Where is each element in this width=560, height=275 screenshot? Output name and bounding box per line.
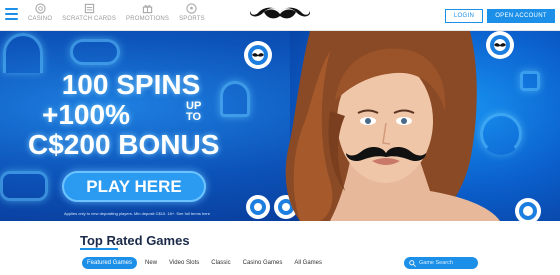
poker-chip-icon: [246, 195, 270, 219]
nav-promotions-label: PROMOTIONS: [126, 16, 170, 22]
game-category-tabs: Featured Games New Video Slots Classic C…: [82, 257, 326, 269]
play-here-button[interactable]: PLAY HERE: [62, 171, 206, 202]
tab-casino-games[interactable]: Casino Games: [239, 257, 287, 269]
promo-banner[interactable]: 100 SPINS +100% UP TO C$200 BONUS PLAY H…: [0, 31, 560, 221]
tab-classic[interactable]: Classic: [207, 257, 234, 269]
headline-bonus: C$200 BONUS: [28, 129, 220, 160]
scratch-card-icon: [84, 3, 94, 14]
casino-chip-icon: [34, 3, 46, 14]
nav-sports-label: SPORTS: [179, 16, 205, 22]
search-icon: [409, 259, 416, 267]
nav-promotions[interactable]: PROMOTIONS: [126, 3, 169, 22]
poker-chip-icon: [486, 31, 514, 59]
top-header: CASINO SCRATCH CARDS PROMOTIONS SPORTS L…: [0, 0, 560, 31]
terms-text[interactable]: Applies only to new depositing players. …: [64, 211, 210, 216]
nav-casino-label: CASINO: [28, 16, 53, 22]
tab-video-slots[interactable]: Video Slots: [165, 257, 203, 269]
to-label: TO: [186, 111, 202, 123]
poker-chip-icon: [244, 41, 272, 69]
nav-casino[interactable]: CASINO: [28, 3, 52, 22]
title-underline: [80, 248, 118, 250]
game-search-box[interactable]: [404, 257, 478, 269]
tab-new[interactable]: New: [141, 257, 161, 269]
headline-up-to: UP TO: [186, 101, 201, 123]
login-button[interactable]: LOGIN: [445, 9, 483, 23]
poker-chip-icon: [515, 198, 541, 221]
nav-scratch-cards[interactable]: SCRATCH CARDS: [62, 3, 116, 22]
gift-icon: [142, 5, 153, 14]
game-search-input[interactable]: [419, 260, 477, 266]
nav-sports[interactable]: SPORTS: [179, 3, 205, 22]
tab-featured-games[interactable]: Featured Games: [82, 257, 138, 269]
hamburger-menu-icon[interactable]: [5, 8, 18, 21]
soccer-ball-icon: [186, 3, 198, 14]
mustache-logo[interactable]: [249, 4, 311, 26]
headline-percent: +100%: [42, 99, 130, 130]
nav-scratch-cards-label: SCRATCH CARDS: [62, 16, 117, 22]
tab-all-games[interactable]: All Games: [290, 257, 326, 269]
section-title: Top Rated Games: [80, 233, 190, 248]
main-nav: CASINO SCRATCH CARDS PROMOTIONS SPORTS: [28, 3, 205, 22]
headline-spins: 100 SPINS: [61, 69, 201, 100]
open-account-button[interactable]: OPEN ACCOUNT: [487, 9, 555, 23]
